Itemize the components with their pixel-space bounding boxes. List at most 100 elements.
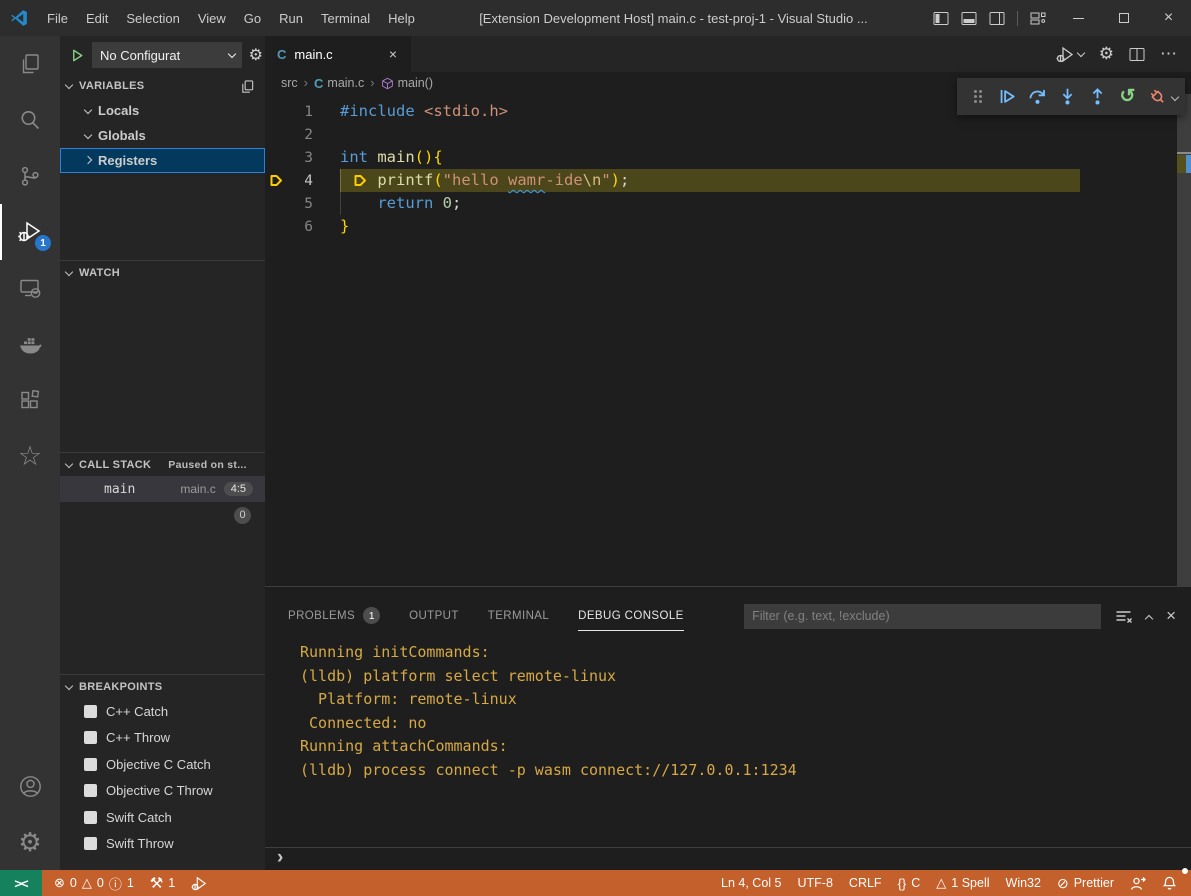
run-and-debug-icon[interactable]: 1 [0,204,60,260]
call-stack-section-header[interactable]: CALL STACK Paused on st... [60,452,265,476]
remote-explorer-icon[interactable] [0,260,60,316]
spell-checker-status[interactable]: △ 1 Spell [928,870,997,896]
stack-frame-row[interactable]: main main.c 4:5 [60,476,265,502]
feedback-icon[interactable] [1122,870,1154,896]
menu-run[interactable]: Run [270,0,312,36]
toolbar-drag-handle[interactable] [964,82,991,112]
customize-layout-icon[interactable] [1030,11,1046,26]
menu-selection[interactable]: Selection [117,0,188,36]
start-debug-icon[interactable] [70,48,85,63]
step-over-button[interactable] [1024,82,1051,112]
panel-tab-output[interactable]: OUTPUT [409,601,459,631]
editor-scrollbar[interactable] [1177,94,1191,586]
breakpoint-checkbox[interactable] [84,784,97,797]
breakpoint-checkbox[interactable] [84,705,97,718]
code-line[interactable]: 3int main(){ [265,146,1191,169]
panel-tab-terminal[interactable]: TERMINAL [488,601,549,631]
breakpoint-checkbox[interactable] [84,837,97,850]
maximize-button[interactable] [1101,0,1146,36]
clear-console-icon[interactable] [1115,609,1132,624]
disconnect-button[interactable] [1144,82,1171,112]
toolchain-status[interactable]: ⚒ 1 [142,870,183,896]
chevron-down-icon [65,681,73,689]
more-actions-icon[interactable]: ⋯ [1160,44,1177,64]
formatter-status[interactable]: ⊘ Prettier [1049,870,1122,896]
panel-tab-problems[interactable]: PROBLEMS1 [288,601,380,631]
debug-status-icon[interactable] [183,870,216,896]
panel-tab-label: DEBUG CONSOLE [578,610,684,622]
remote-indicator[interactable]: >< [0,870,42,896]
debug-settings-gear-icon[interactable]: ⚙ [249,45,263,65]
menu-view[interactable]: View [189,0,235,36]
extensions-icon[interactable] [0,372,60,428]
variables-scope-registers[interactable]: Registers [60,148,265,173]
close-panel-icon[interactable]: × [1166,606,1176,626]
code-line[interactable]: 5 return 0; [265,192,1191,215]
star-icon[interactable]: ☆ [0,428,60,484]
explorer-icon[interactable] [0,36,60,92]
breadcrumb-file[interactable]: C main.c [314,76,364,91]
console-input-row[interactable]: › [265,847,1191,870]
variables-section-header[interactable]: VARIABLES [60,74,265,98]
breadcrumb-folder[interactable]: src [281,76,298,90]
breakpoints-section-header[interactable]: BREAKPOINTS [60,674,265,698]
encoding[interactable]: UTF-8 [790,870,841,896]
source-control-icon[interactable] [0,148,60,204]
code-line[interactable]: 6} [265,215,1191,238]
debug-config-row: No Configurat ⚙ [60,36,265,74]
account-icon[interactable] [0,758,60,814]
tab-close-icon[interactable]: × [385,46,401,62]
chevron-down-icon[interactable] [1171,92,1179,100]
code-line[interactable]: 2 [265,123,1191,146]
menu-help[interactable]: Help [379,0,424,36]
restart-button[interactable]: ↺ [1114,82,1141,112]
tab-main-c[interactable]: C main.c × [265,36,411,72]
step-into-button[interactable] [1054,82,1081,112]
notifications-bell-icon[interactable] [1154,870,1185,896]
settings-gear-icon[interactable]: ⚙ [0,814,60,870]
platform-target[interactable]: Win32 [998,870,1049,896]
copy-value-icon[interactable] [240,79,255,94]
breakpoint-row[interactable]: Swift Catch [60,804,265,831]
debug-config-dropdown[interactable]: No Configurat [92,42,242,68]
breakpoint-gutter[interactable] [265,173,287,188]
problems-summary[interactable]: ⊗0 △0 ⓘ1 [46,870,142,896]
menu-go[interactable]: Go [235,0,270,36]
split-editor-icon[interactable] [1129,47,1145,62]
menu-file[interactable]: File [38,0,77,36]
toggle-panel-icon[interactable] [961,11,977,26]
breakpoint-row[interactable]: Swift Throw [60,831,265,858]
search-icon[interactable] [0,92,60,148]
editor-settings-gear-icon[interactable]: ⚙ [1099,44,1114,64]
breakpoint-row[interactable]: C++ Throw [60,725,265,752]
breakpoint-row[interactable]: C++ Catch [60,698,265,725]
breakpoint-checkbox[interactable] [84,731,97,744]
breakpoint-row[interactable]: Objective C Throw [60,778,265,805]
cursor-position[interactable]: Ln 4, Col 5 [713,870,789,896]
menu-bar: FileEditSelectionViewGoRunTerminalHelp [38,0,424,36]
eol-sequence[interactable]: CRLF [841,870,890,896]
breakpoint-checkbox[interactable] [84,758,97,771]
docker-icon[interactable] [0,316,60,372]
breadcrumb-symbol[interactable]: main() [381,76,433,90]
toggle-secondary-sidebar-icon[interactable] [989,11,1005,26]
minimize-button[interactable] [1056,0,1101,36]
language-mode[interactable]: {} C [890,870,929,896]
console-filter-input[interactable] [744,604,1101,629]
maximize-panel-icon[interactable] [1145,614,1153,622]
code-line[interactable]: 4 printf("hello wamr-ide\n"); [265,169,1191,192]
step-out-button[interactable] [1084,82,1111,112]
variables-scope-locals[interactable]: Locals [60,98,265,123]
menu-edit[interactable]: Edit [77,0,117,36]
variables-scope-globals[interactable]: Globals [60,123,265,148]
close-button[interactable]: × [1146,0,1191,36]
watch-section-header[interactable]: WATCH [60,260,265,284]
panel-tab-debug-console[interactable]: DEBUG CONSOLE [578,601,684,631]
run-or-debug-button[interactable] [1056,46,1084,63]
breakpoint-checkbox[interactable] [84,811,97,824]
code-editor[interactable]: 1#include <stdio.h>23int main(){4 printf… [265,94,1191,586]
menu-terminal[interactable]: Terminal [312,0,379,36]
continue-button[interactable] [994,82,1021,112]
breakpoint-row[interactable]: Objective C Catch [60,751,265,778]
toggle-sidebar-icon[interactable] [933,11,949,26]
